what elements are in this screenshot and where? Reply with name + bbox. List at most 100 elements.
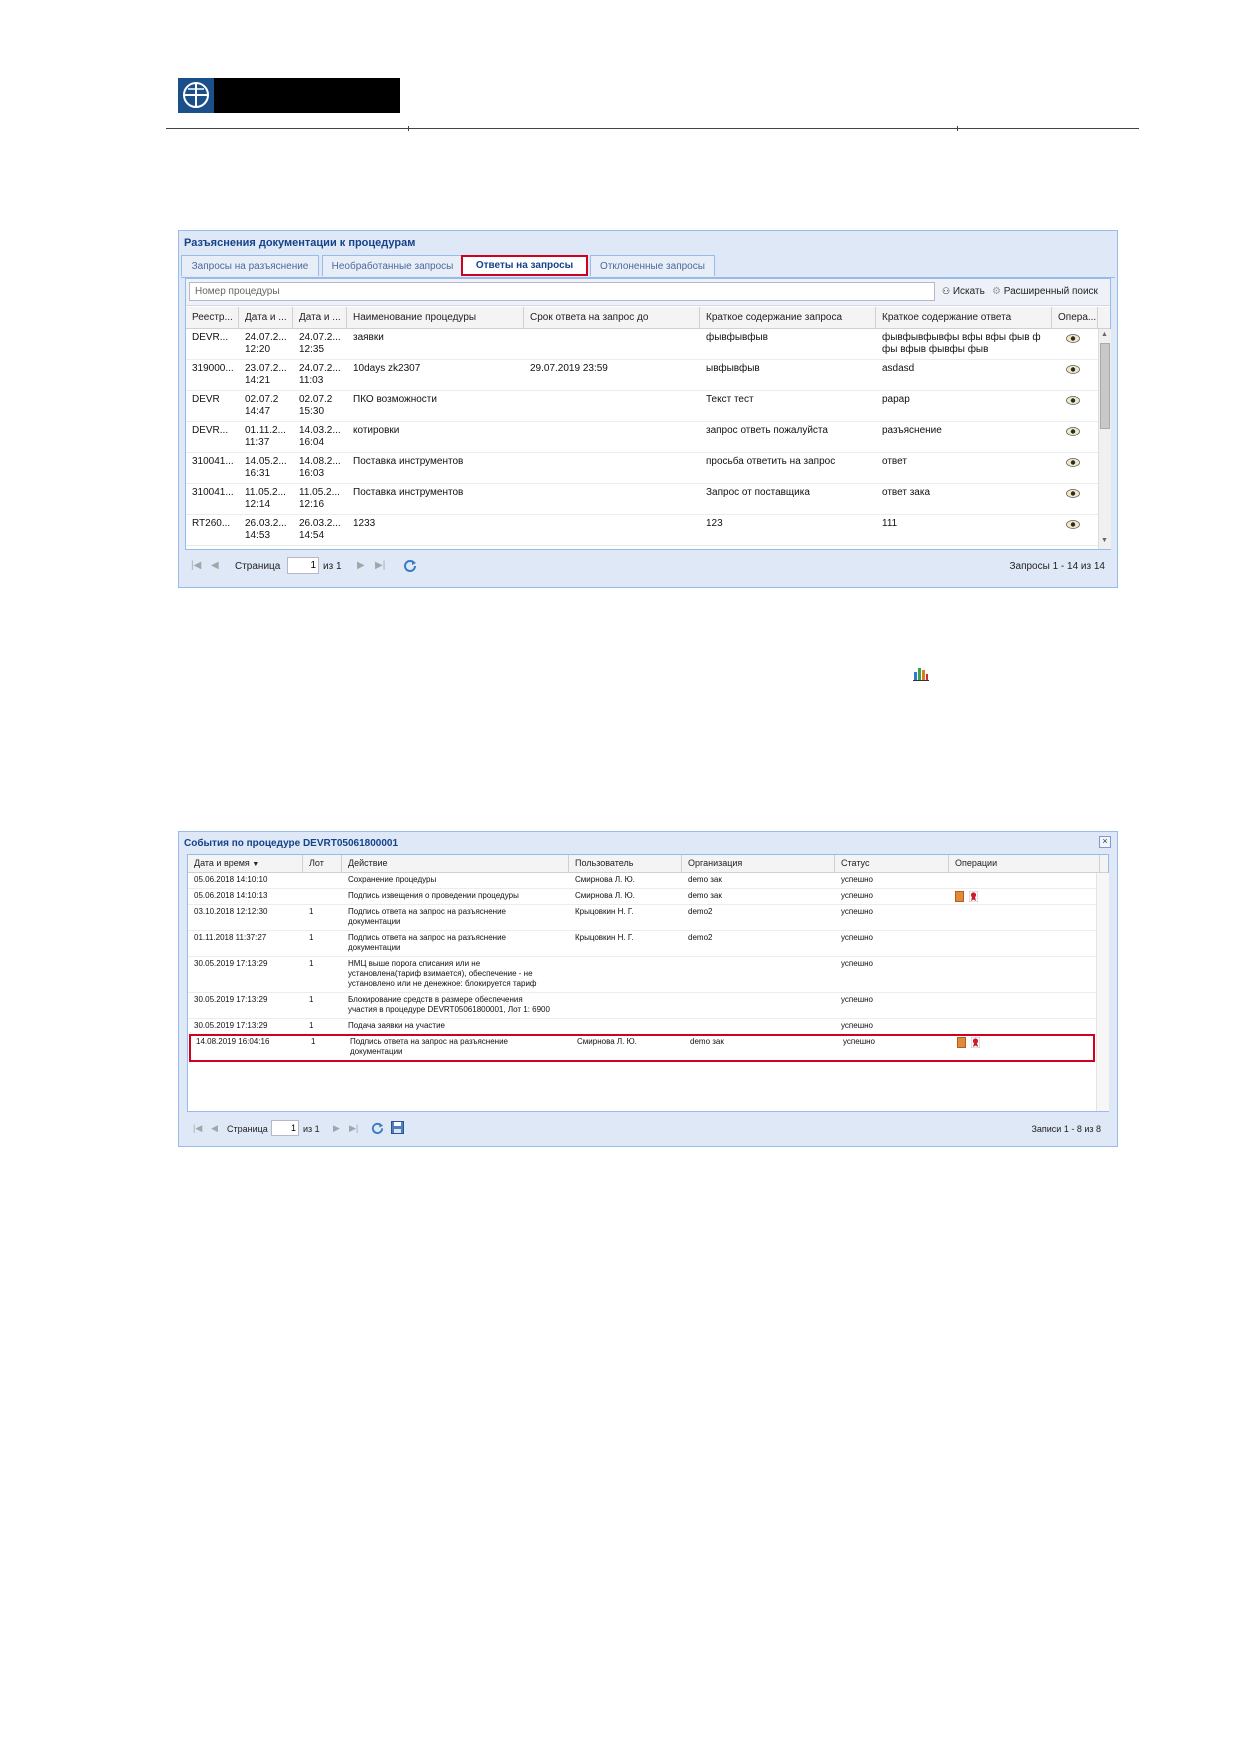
eye-icon[interactable]: [1066, 489, 1080, 498]
procedure-number-input[interactable]: Номер процедуры: [189, 282, 935, 301]
cell-deadline: 29.07.2019 23:59: [530, 363, 608, 374]
close-icon[interactable]: ×: [1099, 836, 1111, 848]
eye-icon[interactable]: [1066, 365, 1080, 374]
scroll-down-icon[interactable]: ▼: [1101, 537, 1108, 544]
column-header-procedure-name[interactable]: Наименование процедуры: [347, 307, 524, 328]
page-count: из 1: [323, 561, 342, 572]
column-header-answer-summary[interactable]: Краткое содержание ответа: [876, 307, 1052, 328]
table-row[interactable]: 30.05.2019 17:13:29 1 Блокирование средств…: [188, 993, 1096, 1019]
column-header-date2[interactable]: Дата и ...: [293, 307, 347, 328]
tab-request-answers[interactable]: Ответы на запросы: [461, 255, 588, 276]
cell-action: Подача заявки на участие: [348, 1021, 445, 1030]
cell-status: успешно: [841, 907, 873, 916]
eye-icon[interactable]: [1066, 396, 1080, 405]
column-header-datetime[interactable]: Дата и время ▼: [188, 855, 303, 872]
cell-reg: DEVR...: [192, 332, 229, 343]
last-page-icon[interactable]: ▶|: [349, 1123, 358, 1134]
records-summary: Записи 1 - 8 из 8: [1031, 1124, 1101, 1134]
column-header-status[interactable]: Статус: [835, 855, 949, 872]
grid-scrollbar[interactable]: ▲ ▼: [1098, 329, 1111, 549]
table-row[interactable]: 319000... 23.07.2... 14:21 24.07.2... 11:0…: [186, 360, 1098, 391]
cell-user: Смирнова Л. Ю.: [575, 891, 635, 900]
table-row[interactable]: 05.06.2018 14:10:13 Подпись извещения о п…: [188, 889, 1096, 905]
column-header-operations[interactable]: Операции: [949, 855, 1100, 872]
column-header-registry[interactable]: Реестр...: [186, 307, 239, 328]
tab-rejected-requests[interactable]: Отклоненные запросы: [590, 255, 715, 276]
eye-icon[interactable]: [1066, 458, 1080, 467]
cell-lot: 1: [309, 933, 314, 942]
eye-icon[interactable]: [1066, 520, 1080, 529]
cell-action: Блокирование средств в размере обеспечен…: [348, 995, 550, 1014]
table-row[interactable]: 310041... 14.05.2... 16:31 14.08.2... 16:0…: [186, 453, 1098, 484]
cell-status: успешно: [841, 995, 873, 1004]
eye-icon[interactable]: [1066, 427, 1080, 436]
cell-d1: 01.11.2... 11:37: [245, 425, 286, 448]
cell-org: demo зак: [688, 875, 722, 884]
first-page-icon[interactable]: |◀: [191, 560, 201, 571]
column-header-organization[interactable]: Организация: [682, 855, 835, 872]
cell-answer: ответ: [882, 456, 907, 467]
cell-dt: 01.11.2018 11:37:27: [194, 933, 267, 942]
cell-lot: 1: [309, 907, 314, 916]
scroll-up-icon[interactable]: ▲: [1101, 331, 1108, 338]
events-scrollbar[interactable]: [1096, 873, 1109, 1111]
tab-clarification-requests[interactable]: Запросы на разъяснение: [181, 255, 319, 276]
procedure-events-window: События по процедуре DEVRT05061800001 × …: [178, 831, 1118, 1147]
table-row[interactable]: DEVR... 24.07.2... 12:20 24.07.2... 12:35 з…: [186, 329, 1098, 360]
panel-title: Разъяснения документации к процедурам: [184, 237, 416, 249]
refresh-icon[interactable]: [371, 1121, 384, 1134]
column-header-user[interactable]: Пользователь: [569, 855, 682, 872]
next-page-icon[interactable]: ▶: [357, 560, 365, 571]
column-header-lot[interactable]: Лот: [303, 855, 342, 872]
search-button[interactable]: ⚇ Искать: [942, 286, 985, 297]
seal-icon[interactable]: [971, 1037, 980, 1048]
prev-page-icon[interactable]: ◀: [211, 1123, 218, 1134]
column-header-deadline[interactable]: Срок ответа на запрос до: [524, 307, 700, 328]
tab-unprocessed-requests[interactable]: Необработанные запросы: [322, 255, 463, 276]
cell-org: demo зак: [688, 891, 722, 900]
document-icon[interactable]: [957, 1037, 966, 1048]
table-row[interactable]: DEVR 02.07.2 14:47 02.07.2 15:30 ПКО возмож…: [186, 391, 1098, 422]
page-number-input[interactable]: 1: [271, 1120, 299, 1136]
advanced-search-button[interactable]: ⚙ Расширенный поиск: [992, 286, 1098, 297]
cell-answer: ответ зака: [882, 487, 931, 498]
cell-name: Поставка инструментов: [353, 456, 464, 467]
last-page-icon[interactable]: ▶|: [375, 560, 385, 571]
column-header-action[interactable]: Действие: [342, 855, 569, 872]
cell-request: 123: [706, 518, 723, 529]
table-row[interactable]: 30.05.2019 17:13:29 1 Подача заявки на уча…: [188, 1019, 1096, 1035]
seal-icon[interactable]: [969, 891, 978, 902]
prev-page-icon[interactable]: ◀: [211, 560, 219, 571]
document-icon[interactable]: [955, 891, 964, 902]
cell-user: Крыцовкин Н. Г.: [575, 933, 634, 942]
table-row[interactable]: 01.11.2018 11:37:27 1 Подпись ответа на за…: [188, 931, 1096, 957]
table-row[interactable]: RT260... 26.03.2... 14:53 26.03.2... 14:54…: [186, 515, 1098, 546]
cell-request: Запрос от поставщика: [706, 487, 810, 498]
next-page-icon[interactable]: ▶: [333, 1123, 340, 1134]
table-row[interactable]: DEVR... 01.11.2... 11:37 14.03.2... 16:04 к…: [186, 422, 1098, 453]
save-icon[interactable]: [391, 1121, 404, 1134]
column-header-operations[interactable]: Опера...: [1052, 307, 1098, 328]
first-page-icon[interactable]: |◀: [193, 1123, 202, 1134]
refresh-icon[interactable]: [403, 558, 417, 572]
cell-dt: 30.05.2019 17:13:29: [194, 995, 268, 1004]
table-row-highlighted[interactable]: 14.08.2019 16:04:16 1 Подпись ответа на за…: [189, 1034, 1095, 1062]
cell-answer: рарар: [882, 394, 910, 405]
cell-d2: 14.03.2... 16:04: [299, 425, 341, 448]
eye-icon[interactable]: [1066, 334, 1080, 343]
column-header-date1[interactable]: Дата и ...: [239, 307, 293, 328]
tab-strip: Запросы на разъяснение Необработанные за…: [181, 255, 1115, 278]
events-pager: |◀ ◀ Страница 1 из 1 ▶ ▶| Записи 1 - 8 и…: [187, 1116, 1109, 1142]
cell-lot: 1: [309, 995, 314, 1004]
scroll-thumb[interactable]: [1100, 343, 1110, 429]
page-number-input[interactable]: 1: [287, 557, 319, 574]
table-row[interactable]: 03.10.2018 12:12:30 1 Подпись ответа на за…: [188, 905, 1096, 931]
cell-answer: 111: [882, 518, 898, 529]
table-row[interactable]: 310041... 11.05.2... 12:14 11.05.2... 12:1…: [186, 484, 1098, 515]
table-row[interactable]: 30.05.2019 17:13:29 1 НМЦ выше порога спис…: [188, 957, 1096, 993]
cell-status: успешно: [841, 891, 873, 900]
table-row[interactable]: 05.06.2018 14:10:10 Сохранение процедуры С…: [188, 873, 1096, 889]
records-summary: Запросы 1 - 14 из 14: [1009, 561, 1105, 572]
cell-d2: 24.07.2... 11:03: [299, 363, 341, 386]
column-header-request-summary[interactable]: Краткое содержание запроса: [700, 307, 876, 328]
